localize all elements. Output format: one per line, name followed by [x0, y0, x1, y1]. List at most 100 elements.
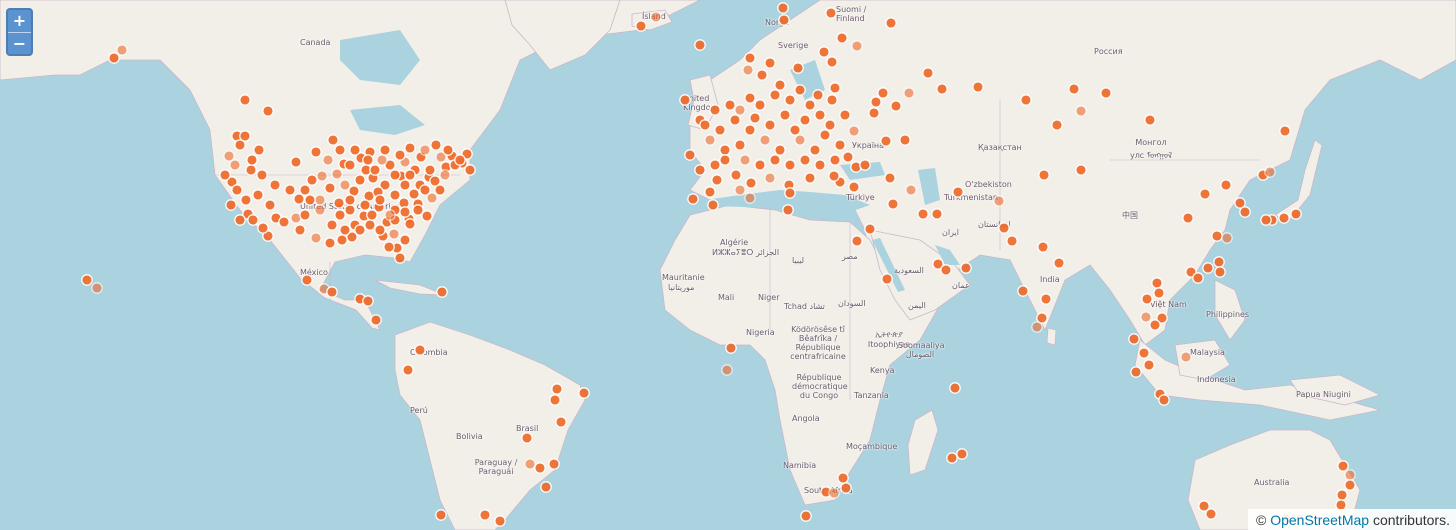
location-marker[interactable] — [1202, 262, 1214, 274]
location-marker[interactable] — [540, 481, 552, 493]
location-marker[interactable] — [819, 129, 831, 141]
location-marker[interactable] — [399, 179, 411, 191]
location-marker[interactable] — [842, 151, 854, 163]
location-marker[interactable] — [269, 179, 281, 191]
location-marker[interactable] — [362, 154, 374, 166]
location-marker[interactable] — [812, 89, 824, 101]
location-marker[interactable] — [247, 214, 259, 226]
location-marker[interactable] — [779, 109, 791, 121]
location-marker[interactable] — [434, 184, 446, 196]
location-marker[interactable] — [344, 159, 356, 171]
location-marker[interactable] — [327, 134, 339, 146]
location-marker[interactable] — [789, 124, 801, 136]
location-marker[interactable] — [824, 119, 836, 131]
location-marker[interactable] — [739, 154, 751, 166]
location-marker[interactable] — [306, 174, 318, 186]
location-marker[interactable] — [719, 154, 731, 166]
location-marker[interactable] — [730, 169, 742, 181]
location-marker[interactable] — [424, 164, 436, 176]
location-marker[interactable] — [1006, 235, 1018, 247]
location-marker[interactable] — [799, 114, 811, 126]
location-marker[interactable] — [1221, 232, 1233, 244]
location-marker[interactable] — [759, 134, 771, 146]
location-marker[interactable] — [421, 210, 433, 222]
location-marker[interactable] — [534, 462, 546, 474]
location-marker[interactable] — [464, 164, 476, 176]
location-marker[interactable] — [394, 252, 406, 264]
location-marker[interactable] — [1031, 321, 1043, 333]
location-marker[interactable] — [256, 169, 268, 181]
location-marker[interactable] — [704, 134, 716, 146]
location-marker[interactable] — [859, 159, 871, 171]
location-marker[interactable] — [314, 204, 326, 216]
location-marker[interactable] — [1260, 214, 1272, 226]
location-marker[interactable] — [91, 282, 103, 294]
location-marker[interactable] — [1279, 125, 1291, 137]
location-marker[interactable] — [885, 17, 897, 29]
location-marker[interactable] — [1213, 256, 1225, 268]
location-marker[interactable] — [324, 237, 336, 249]
location-marker[interactable] — [284, 184, 296, 196]
location-marker[interactable] — [430, 139, 442, 151]
location-marker[interactable] — [864, 223, 876, 235]
location-marker[interactable] — [834, 139, 846, 151]
location-marker[interactable] — [334, 209, 346, 221]
location-marker[interactable] — [917, 208, 929, 220]
location-marker[interactable] — [887, 198, 899, 210]
location-marker[interactable] — [239, 94, 251, 106]
location-marker[interactable] — [333, 197, 345, 209]
location-marker[interactable] — [1182, 212, 1194, 224]
location-marker[interactable] — [1153, 287, 1165, 299]
location-marker[interactable] — [326, 219, 338, 231]
location-marker[interactable] — [829, 154, 841, 166]
location-marker[interactable] — [1020, 94, 1032, 106]
location-marker[interactable] — [229, 159, 241, 171]
location-marker[interactable] — [707, 199, 719, 211]
location-marker[interactable] — [324, 182, 336, 194]
location-marker[interactable] — [389, 189, 401, 201]
location-marker[interactable] — [709, 159, 721, 171]
location-marker[interactable] — [1141, 293, 1153, 305]
location-marker[interactable] — [1264, 166, 1276, 178]
location-marker[interactable] — [344, 204, 356, 216]
location-marker[interactable] — [754, 99, 766, 111]
location-marker[interactable] — [784, 159, 796, 171]
location-marker[interactable] — [414, 344, 426, 356]
location-marker[interactable] — [234, 139, 246, 151]
location-marker[interactable] — [777, 2, 789, 14]
location-marker[interactable] — [881, 273, 893, 285]
location-marker[interactable] — [1017, 285, 1029, 297]
location-marker[interactable] — [729, 114, 741, 126]
location-marker[interactable] — [1158, 394, 1170, 406]
location-marker[interactable] — [744, 52, 756, 64]
location-marker[interactable] — [809, 144, 821, 156]
location-marker[interactable] — [349, 144, 361, 156]
location-marker[interactable] — [322, 154, 334, 166]
location-marker[interactable] — [724, 99, 736, 111]
location-marker[interactable] — [960, 262, 972, 274]
location-marker[interactable] — [1068, 83, 1080, 95]
openstreetmap-link[interactable]: OpenStreetMap — [1270, 512, 1369, 528]
location-marker[interactable] — [749, 112, 761, 124]
location-marker[interactable] — [383, 241, 395, 253]
location-marker[interactable] — [818, 46, 830, 58]
location-marker[interactable] — [402, 364, 414, 376]
location-marker[interactable] — [369, 164, 381, 176]
location-marker[interactable] — [225, 199, 237, 211]
location-marker[interactable] — [344, 194, 356, 206]
location-marker[interactable] — [1128, 333, 1140, 345]
location-marker[interactable] — [304, 194, 316, 206]
location-marker[interactable] — [1140, 311, 1152, 323]
location-marker[interactable] — [1038, 169, 1050, 181]
location-marker[interactable] — [714, 124, 726, 136]
location-marker[interactable] — [721, 364, 733, 376]
location-marker[interactable] — [290, 156, 302, 168]
location-marker[interactable] — [379, 144, 391, 156]
location-marker[interactable] — [774, 144, 786, 156]
location-marker[interactable] — [931, 208, 943, 220]
location-marker[interactable] — [370, 314, 382, 326]
location-marker[interactable] — [246, 154, 258, 166]
location-marker[interactable] — [454, 154, 466, 166]
location-marker[interactable] — [1053, 257, 1065, 269]
location-marker[interactable] — [851, 235, 863, 247]
